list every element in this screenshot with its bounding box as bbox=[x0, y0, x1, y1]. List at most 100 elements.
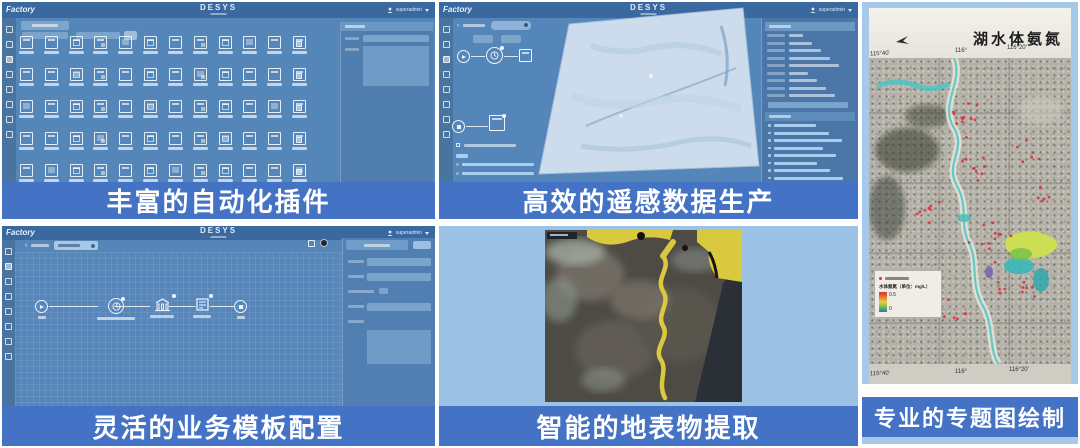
form-input[interactable] bbox=[367, 303, 431, 311]
list-item-bar[interactable] bbox=[774, 132, 829, 135]
plugin-item[interactable] bbox=[287, 100, 312, 130]
form-input[interactable] bbox=[367, 273, 431, 281]
plugin-item[interactable] bbox=[262, 36, 287, 66]
plugin-item[interactable] bbox=[262, 68, 287, 98]
toolbar-icon[interactable] bbox=[443, 131, 450, 138]
detail-name-field[interactable] bbox=[363, 35, 429, 42]
toolbar-icon[interactable] bbox=[6, 71, 13, 78]
list-item-bar[interactable] bbox=[774, 139, 842, 142]
toolbar-icon[interactable] bbox=[5, 248, 12, 255]
plugin-item[interactable] bbox=[113, 132, 138, 162]
plugin-item[interactable] bbox=[262, 100, 287, 130]
node-schedule[interactable] bbox=[97, 298, 135, 320]
toolbar-icon[interactable] bbox=[5, 293, 12, 300]
plugin-item[interactable] bbox=[14, 68, 39, 98]
back-icon[interactable]: ‹ bbox=[457, 22, 459, 29]
back-icon[interactable]: ‹ bbox=[25, 242, 27, 249]
plugin-item[interactable] bbox=[163, 36, 188, 66]
plugin-item[interactable] bbox=[287, 132, 312, 162]
plugin-item[interactable] bbox=[188, 100, 213, 130]
toolbar-icon[interactable] bbox=[443, 86, 450, 93]
plugin-item[interactable] bbox=[89, 100, 114, 130]
list-item-bar[interactable] bbox=[774, 124, 816, 127]
list-item-bar[interactable] bbox=[774, 177, 843, 180]
left-toolbar[interactable] bbox=[2, 240, 15, 406]
node-start[interactable] bbox=[35, 300, 48, 319]
plugin-item[interactable] bbox=[163, 68, 188, 98]
toolbar-icon[interactable] bbox=[443, 101, 450, 108]
plugin-item[interactable] bbox=[113, 68, 138, 98]
plugin-item[interactable] bbox=[213, 100, 238, 130]
plugin-item[interactable] bbox=[39, 100, 64, 130]
toolbar-icon[interactable] bbox=[5, 308, 12, 315]
list-item-bar[interactable] bbox=[774, 147, 823, 150]
toolbar-icon[interactable] bbox=[5, 323, 12, 330]
plugin-item[interactable] bbox=[14, 36, 39, 66]
node-service[interactable] bbox=[150, 297, 174, 318]
toolbar-icon[interactable] bbox=[5, 278, 12, 285]
left-toolbar[interactable] bbox=[439, 18, 453, 182]
plugin-item[interactable] bbox=[138, 100, 163, 130]
plugin-item[interactable] bbox=[64, 68, 89, 98]
plugin-item[interactable] bbox=[14, 132, 39, 162]
plugin-item[interactable] bbox=[64, 100, 89, 130]
plugin-item[interactable] bbox=[39, 36, 64, 66]
plugin-item[interactable] bbox=[213, 132, 238, 162]
plugin-item[interactable] bbox=[14, 100, 39, 130]
plugin-item[interactable] bbox=[113, 36, 138, 66]
plugin-item[interactable] bbox=[238, 68, 263, 98]
plugin-item[interactable] bbox=[213, 68, 238, 98]
toolbar-icon[interactable] bbox=[443, 56, 450, 63]
plugin-item[interactable] bbox=[89, 68, 114, 98]
plugin-item[interactable] bbox=[89, 132, 114, 162]
user-menu[interactable]: superadmin bbox=[810, 7, 852, 13]
plugin-item[interactable] bbox=[64, 36, 89, 66]
plugin-item[interactable] bbox=[138, 68, 163, 98]
template-desc-field[interactable] bbox=[367, 330, 431, 364]
user-menu[interactable]: superadmin bbox=[387, 230, 429, 236]
toolbar-icon[interactable] bbox=[6, 41, 13, 48]
node-report[interactable] bbox=[193, 297, 211, 318]
toolbar-icon[interactable] bbox=[6, 131, 13, 138]
tab-plugin-repo[interactable] bbox=[21, 21, 69, 30]
plugin-item[interactable] bbox=[238, 36, 263, 66]
plugin-item[interactable] bbox=[39, 132, 64, 162]
tab-template-info[interactable] bbox=[346, 240, 408, 250]
plugin-item[interactable] bbox=[238, 100, 263, 130]
node-process[interactable] bbox=[486, 47, 503, 64]
list-item-bar[interactable] bbox=[774, 154, 836, 157]
plugin-item[interactable] bbox=[287, 36, 312, 66]
node-result[interactable] bbox=[489, 115, 505, 131]
toolbar-icon[interactable] bbox=[6, 86, 13, 93]
toolbar-icon[interactable] bbox=[443, 26, 450, 33]
plugin-item[interactable] bbox=[163, 100, 188, 130]
save-button[interactable] bbox=[413, 241, 431, 249]
plugin-item[interactable] bbox=[138, 36, 163, 66]
toolbar-icon[interactable] bbox=[6, 56, 13, 63]
form-toggle[interactable] bbox=[379, 288, 388, 294]
plugin-item[interactable] bbox=[262, 132, 287, 162]
plugin-item[interactable] bbox=[64, 132, 89, 162]
plugin-item[interactable] bbox=[113, 100, 138, 130]
node-start[interactable] bbox=[457, 50, 470, 63]
toolbar-icon[interactable] bbox=[5, 338, 12, 345]
toolbar-icon[interactable] bbox=[443, 41, 450, 48]
toolbar-icon[interactable] bbox=[443, 71, 450, 78]
user-menu[interactable]: superadmin bbox=[387, 7, 429, 13]
toolbar-icon[interactable] bbox=[443, 116, 450, 123]
detail-desc-field[interactable] bbox=[363, 46, 429, 86]
node-end[interactable] bbox=[234, 300, 247, 319]
plugin-item[interactable] bbox=[89, 36, 114, 66]
theme-toggle-icon[interactable] bbox=[320, 239, 328, 247]
toolbar-icon[interactable] bbox=[6, 101, 13, 108]
metadata-input[interactable] bbox=[768, 102, 848, 108]
plugin-item[interactable] bbox=[213, 36, 238, 66]
plugin-item[interactable] bbox=[163, 132, 188, 162]
plugin-item[interactable] bbox=[39, 68, 64, 98]
plugin-item[interactable] bbox=[188, 36, 213, 66]
plugin-item[interactable] bbox=[188, 68, 213, 98]
toolbar-icon[interactable] bbox=[5, 263, 12, 270]
form-input[interactable] bbox=[367, 258, 431, 266]
toolbar-icon[interactable] bbox=[5, 353, 12, 360]
start-button[interactable] bbox=[473, 35, 493, 43]
